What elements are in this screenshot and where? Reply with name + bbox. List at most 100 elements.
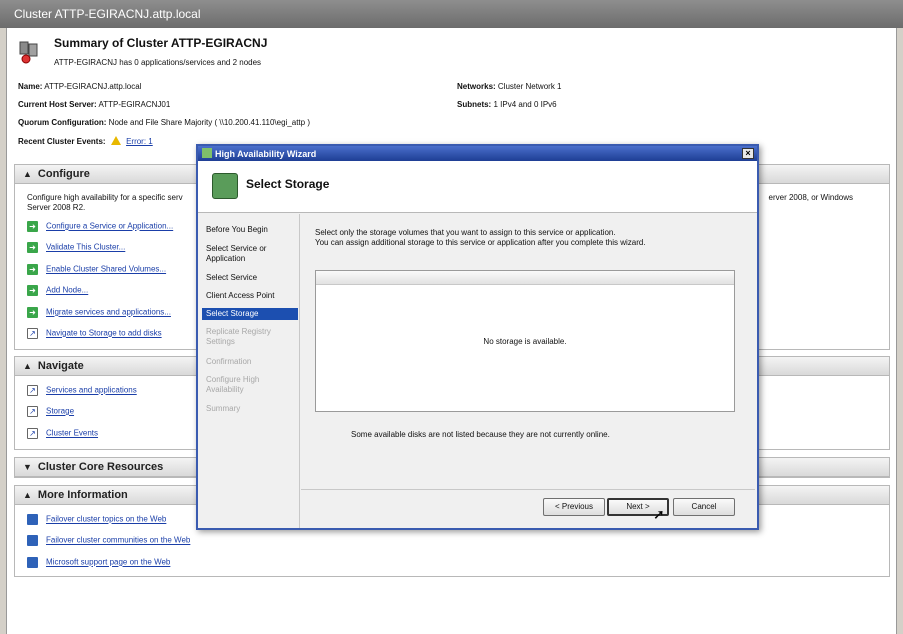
wizard-steps-nav: Before You Begin Select Service or Appli… [198,214,300,528]
select-storage-icon [212,173,238,199]
name-value: ATTP-EGIRACNJ.attp.local [44,82,142,91]
info-link-communities[interactable]: Failover cluster communities on the Web [27,535,190,549]
collapse-caret-icon[interactable]: ▲ [23,361,32,371]
step-select-service-or-application[interactable]: Select Service or Application [202,243,298,265]
action-add-node[interactable]: Add Node... [27,285,88,299]
warning-icon [110,136,121,145]
info-quorum: Quorum Configuration: Node and File Shar… [18,118,310,127]
configure-header-label: Configure [37,168,90,180]
cluster-icon [19,41,38,64]
green-arrow-icon [27,264,38,275]
offline-disks-note: Some available disks are not listed beca… [351,430,610,439]
step-before-you-begin[interactable]: Before You Begin [202,224,298,236]
quorum-value: Node and File Share Majority ( \\10.200.… [108,118,310,127]
web-help-icon [27,557,38,568]
nav-link-label[interactable]: Storage [46,407,74,416]
host-value: ATTP-EGIRACNJ01 [98,100,171,109]
link-page-icon [27,406,38,417]
storage-list[interactable]: No storage is available. [315,270,735,412]
high-availability-wizard-dialog: High Availability Wizard × Select Storag… [196,144,759,530]
wizard-page-title: Select Storage [246,177,330,191]
step-select-storage[interactable]: Select Storage [202,308,298,320]
collapse-caret-icon[interactable]: ▲ [23,490,32,500]
link-page-icon [27,428,38,439]
nav-link-label[interactable]: Cluster Events [46,429,98,438]
configure-description: Configure high availability for a specif… [27,193,183,213]
link-page-icon [27,385,38,396]
wizard-desc-line2: You can assign additional storage to thi… [315,238,646,247]
info-events: Recent Cluster Events: Error: 1 [18,136,153,146]
action-label[interactable]: Add Node... [46,286,88,295]
mouse-pointer-icon: ➚ [653,506,665,522]
networks-label: Networks: [457,82,496,91]
nav-link-cluster-events[interactable]: Cluster Events [27,428,98,442]
info-subnets: Subnets: 1 IPv4 and 0 IPv6 [457,100,557,109]
green-arrow-icon [27,285,38,296]
networks-value: Cluster Network 1 [497,82,562,91]
step-confirmation: Confirmation [206,357,252,366]
collapse-caret-icon[interactable]: ▲ [23,169,32,179]
wizard-titlebar[interactable]: High Availability Wizard × [198,146,757,161]
navigate-header-label: Navigate [37,360,84,372]
action-migrate-services[interactable]: Migrate services and applications... [27,307,171,321]
action-label[interactable]: Configure a Service or Application... [46,222,173,231]
cancel-button[interactable]: Cancel [673,498,735,516]
green-arrow-icon [27,242,38,253]
action-validate-cluster[interactable]: Validate This Cluster... [27,242,125,256]
close-button[interactable]: × [742,148,754,159]
window-titlebar: Cluster ATTP-EGIRACNJ.attp.local [0,0,903,28]
window-title: Cluster ATTP-EGIRACNJ.attp.local [14,7,201,21]
subnets-value: 1 IPv4 and 0 IPv6 [493,100,557,109]
action-label[interactable]: Navigate to Storage to add disks [46,329,162,338]
link-page-icon [27,328,38,339]
step-summary: Summary [206,404,241,413]
quorum-label: Quorum Configuration: [18,118,107,127]
info-link-label[interactable]: Failover cluster communities on the Web [46,536,190,545]
more-info-header-label: More Information [37,489,128,501]
storage-empty-message: No storage is available. [483,337,567,346]
action-configure-service[interactable]: Configure a Service or Application... [27,221,173,235]
action-label[interactable]: Validate This Cluster... [46,243,125,252]
action-label[interactable]: Migrate services and applications... [46,308,171,317]
expand-caret-icon[interactable]: ▼ [23,462,32,472]
name-label: Name: [18,82,43,91]
configure-desc-line1: Configure high availability for a specif… [27,193,183,202]
configure-desc-right: erver 2008, or Windows [768,193,853,202]
action-navigate-storage[interactable]: Navigate to Storage to add disks [27,328,162,342]
web-help-icon [27,535,38,546]
web-help-icon [27,514,38,525]
info-link-topics[interactable]: Failover cluster topics on the Web [27,514,166,528]
core-resources-header-label: Cluster Core Resources [37,461,164,473]
summary-subtitle: ATTP-EGIRACNJ has 0 applications/service… [54,58,262,67]
step-client-access-point[interactable]: Client Access Point [202,290,298,302]
info-name: Name: ATTP-EGIRACNJ.attp.local [18,82,141,91]
summary-title: Summary of Cluster ATTP-EGIRACNJ [54,36,268,50]
subnets-label: Subnets: [457,100,492,109]
wizard-title: High Availability Wizard [215,149,317,159]
step-configure-high-availability: Configure High Availability [206,375,260,394]
action-label[interactable]: Enable Cluster Shared Volumes... [46,265,166,274]
info-link-support[interactable]: Microsoft support page on the Web [27,557,170,571]
nav-link-storage[interactable]: Storage [27,406,74,420]
action-enable-csv[interactable]: Enable Cluster Shared Volumes... [27,264,166,278]
nav-link-label[interactable]: Services and applications [46,386,137,395]
host-label: Current Host Server: [18,100,97,109]
nav-link-services[interactable]: Services and applications [27,385,137,399]
wizard-content: Select only the storage volumes that you… [301,214,755,528]
events-label: Recent Cluster Events: [18,137,106,146]
info-host: Current Host Server: ATTP-EGIRACNJ01 [18,100,170,109]
storage-list-header [316,271,734,285]
info-networks: Networks: Cluster Network 1 [457,82,562,91]
step-replicate-registry-settings: Replicate Registry Settings [206,327,271,346]
step-select-service[interactable]: Select Service [202,272,298,284]
events-error-link[interactable]: Error: 1 [126,137,153,146]
green-arrow-icon [27,307,38,318]
wizard-description: Select only the storage volumes that you… [315,228,646,248]
info-link-label[interactable]: Failover cluster topics on the Web [46,515,166,524]
wizard-app-icon [202,148,212,158]
button-separator [301,489,755,490]
wizard-desc-line1: Select only the storage volumes that you… [315,228,616,237]
wizard-header: Select Storage [198,161,757,213]
info-link-label[interactable]: Microsoft support page on the Web [46,558,170,567]
previous-button[interactable]: < Previous [543,498,605,516]
